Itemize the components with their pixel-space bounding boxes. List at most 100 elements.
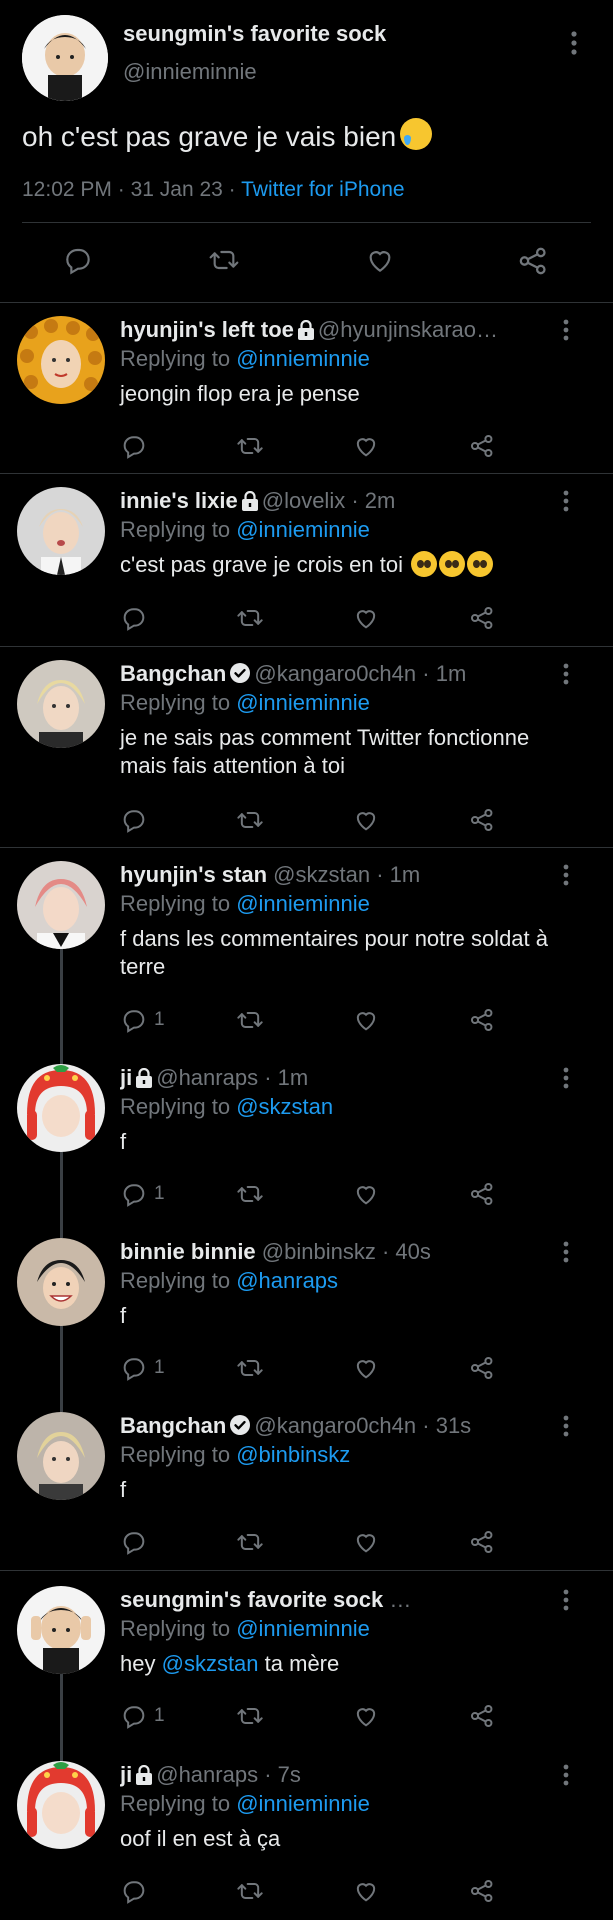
handle[interactable]: @binbinskz xyxy=(262,1239,376,1264)
share-icon[interactable] xyxy=(468,603,496,633)
tweet-source[interactable]: Twitter for iPhone xyxy=(241,178,404,201)
avatar[interactable] xyxy=(17,1238,105,1326)
reply-text-mention[interactable]: @skzstan xyxy=(162,1651,259,1676)
share-icon[interactable] xyxy=(468,1701,496,1731)
replying-to-mention[interactable]: @inniеminnie xyxy=(236,891,370,916)
share-icon[interactable] xyxy=(468,1179,496,1209)
reply-icon[interactable] xyxy=(62,244,98,280)
display-name[interactable]: hyunjin's left toe xyxy=(120,317,294,342)
display-name[interactable]: Bangchan xyxy=(120,1413,226,1438)
display-name[interactable]: Bangchan xyxy=(120,661,226,686)
reply-tweet[interactable]: ji @hanraps · 1m Replying to @skzstan f 1 xyxy=(0,1052,613,1226)
like-icon[interactable] xyxy=(364,244,400,280)
more-options-icon[interactable] xyxy=(562,1414,570,1443)
more-options-icon[interactable] xyxy=(562,1240,570,1269)
handle[interactable]: … xyxy=(389,1587,411,1612)
reply-tweet[interactable]: Bangchan @kangaro0ch4n · 1m Replying to @… xyxy=(0,648,613,848)
reply-tweet[interactable]: seungmin's favorite sock … Replying to @… xyxy=(0,1574,613,1749)
retweet-icon[interactable] xyxy=(236,1701,264,1731)
reply-icon[interactable] xyxy=(120,1876,154,1906)
more-options-icon[interactable] xyxy=(562,489,570,518)
handle[interactable]: @hyunjinskarao… xyxy=(318,317,498,342)
replying-to-mention[interactable]: @skzstan xyxy=(236,1094,333,1119)
reply-icon[interactable] xyxy=(120,1527,154,1557)
retweet-icon[interactable] xyxy=(208,244,244,280)
retweet-icon[interactable] xyxy=(236,431,264,461)
like-icon[interactable] xyxy=(352,1353,380,1383)
display-name[interactable]: ji xyxy=(120,1065,132,1090)
reply-icon[interactable] xyxy=(120,603,154,633)
avatar[interactable] xyxy=(22,15,108,101)
replying-to-mention[interactable]: @inniеminnie xyxy=(236,346,370,371)
retweet-icon[interactable] xyxy=(236,1876,264,1906)
reply-icon[interactable] xyxy=(120,805,154,835)
share-icon[interactable] xyxy=(468,1527,496,1557)
avatar[interactable] xyxy=(17,316,105,404)
display-name[interactable]: innie's lixie xyxy=(120,488,238,513)
display-name[interactable]: seungmin's favorite sock xyxy=(120,1587,383,1612)
more-options-icon[interactable] xyxy=(562,863,570,892)
reply-icon[interactable] xyxy=(120,431,154,461)
share-icon[interactable] xyxy=(468,1005,496,1035)
handle[interactable]: @hanraps xyxy=(156,1065,258,1090)
like-icon[interactable] xyxy=(352,1179,380,1209)
replying-to-mention[interactable]: @binbinskz xyxy=(236,1442,350,1467)
share-icon[interactable] xyxy=(468,1876,496,1906)
avatar[interactable] xyxy=(17,660,105,748)
display-name[interactable]: seungmin's favorite sock xyxy=(123,21,386,47)
avatar[interactable] xyxy=(17,1412,105,1500)
replying-to-mention[interactable]: @inniеminnie xyxy=(236,1791,370,1816)
reply-icon[interactable]: 1 xyxy=(120,1701,165,1731)
share-icon[interactable] xyxy=(468,431,496,461)
avatar[interactable] xyxy=(17,1064,105,1152)
more-options-icon[interactable] xyxy=(562,1066,570,1095)
more-options-icon[interactable] xyxy=(570,30,578,61)
more-options-icon[interactable] xyxy=(562,318,570,347)
replying-to-mention[interactable]: @inniеminnie xyxy=(236,1616,370,1641)
retweet-icon[interactable] xyxy=(236,603,264,633)
share-icon[interactable] xyxy=(468,805,496,835)
display-name[interactable]: hyunjin's stan xyxy=(120,862,267,887)
share-icon[interactable] xyxy=(468,1353,496,1383)
avatar[interactable] xyxy=(17,1761,105,1849)
like-icon[interactable] xyxy=(352,603,380,633)
reply-icon[interactable]: 1 xyxy=(120,1353,165,1383)
reply-tweet[interactable]: ji @hanraps · 7s Replying to @inniеminnie… xyxy=(0,1749,613,1920)
like-icon[interactable] xyxy=(352,431,380,461)
more-options-icon[interactable] xyxy=(562,662,570,691)
replying-to-mention[interactable]: @hanraps xyxy=(236,1268,338,1293)
replying-to-mention[interactable]: @inniеminnie xyxy=(236,517,370,542)
handle[interactable]: @hanraps xyxy=(156,1762,258,1787)
retweet-icon[interactable] xyxy=(236,1353,264,1383)
retweet-icon[interactable] xyxy=(236,805,264,835)
reply-tweet[interactable]: Bangchan @kangaro0ch4n · 31s Replying to … xyxy=(0,1400,613,1571)
like-icon[interactable] xyxy=(352,1527,380,1557)
handle[interactable]: @kangaro0ch4n xyxy=(254,661,416,686)
display-name[interactable]: ji xyxy=(120,1762,132,1787)
handle[interactable]: @skzstan xyxy=(273,862,370,887)
retweet-icon[interactable] xyxy=(236,1005,264,1035)
avatar[interactable] xyxy=(17,487,105,575)
reply-tweet[interactable]: hyunjin's left toe @hyunjinskarao… Replyi… xyxy=(0,304,613,474)
like-icon[interactable] xyxy=(352,1005,380,1035)
handle[interactable]: @inniеminnie xyxy=(123,59,257,85)
reply-tweet[interactable]: hyunjin's stan @skzstan · 1m Replying to… xyxy=(0,849,613,1059)
reply-tweet[interactable]: binnie binnie @binbinskz · 40s Replying … xyxy=(0,1226,613,1400)
like-icon[interactable] xyxy=(352,805,380,835)
handle[interactable]: @lovelix xyxy=(262,488,345,513)
reply-tweet[interactable]: innie's lixie @lovelix · 2m Replying to @… xyxy=(0,475,613,647)
avatar[interactable] xyxy=(17,861,105,949)
retweet-icon[interactable] xyxy=(236,1179,264,1209)
reply-icon[interactable]: 1 xyxy=(120,1005,165,1035)
replying-to-mention[interactable]: @inniеminnie xyxy=(236,690,370,715)
like-icon[interactable] xyxy=(352,1876,380,1906)
more-options-icon[interactable] xyxy=(562,1763,570,1792)
handle[interactable]: @kangaro0ch4n xyxy=(254,1413,416,1438)
display-name[interactable]: binnie binnie xyxy=(120,1239,256,1264)
reply-icon[interactable]: 1 xyxy=(120,1179,165,1209)
retweet-icon[interactable] xyxy=(236,1527,264,1557)
avatar[interactable] xyxy=(17,1586,105,1674)
more-options-icon[interactable] xyxy=(562,1588,570,1617)
share-icon[interactable] xyxy=(516,244,552,280)
like-icon[interactable] xyxy=(352,1701,380,1731)
